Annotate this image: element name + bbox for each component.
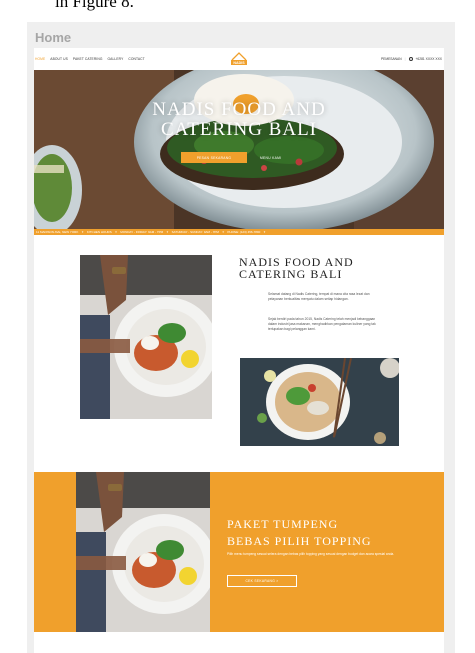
hero-title-line2: CATERING BALI xyxy=(160,119,318,140)
about-paragraph-2: Sejak berdiri pada tahun 2015, Nadis Cat… xyxy=(268,317,376,331)
promo-description: Pilih menu tumpeng sesuai selera dengan … xyxy=(227,552,395,556)
ticker-item: MONDAY - FRIDAY: 9AM - 7PM xyxy=(120,230,164,234)
menu-link[interactable]: MENU KAMI xyxy=(260,156,281,160)
ticker-item: 11 MADISON AVE, NEW YORK xyxy=(36,230,79,234)
promo-food-image xyxy=(76,472,210,632)
promo-section: PAKET TUMPENG BEBAS PILIH TOPPING Pilih … xyxy=(34,472,444,632)
nav-link-contact[interactable]: CONTACT xyxy=(128,57,144,61)
star-icon: ✦ xyxy=(166,230,169,234)
website-preview: HOME ABOUT US PAKET CATERING GALLERY CON… xyxy=(34,48,444,653)
info-ticker: 11 MADISON AVE, NEW YORK ✦ KITCHEN HOURS ✦… xyxy=(34,229,444,235)
svg-text:NADIS: NADIS xyxy=(233,61,245,65)
hero-food-image xyxy=(34,70,444,229)
nav-link-home[interactable]: HOME xyxy=(35,57,45,61)
ticker-item: SATURDAY - SUNDAY: 9AM - 7PM xyxy=(171,230,219,234)
star-icon: ✦ xyxy=(221,230,225,234)
star-icon: ✦ xyxy=(114,230,118,234)
promo-title: PAKET TUMPENG BEBAS PILIH TOPPING xyxy=(227,516,372,550)
star-icon: ✦ xyxy=(263,230,266,234)
figure-caption: in Figure 8. xyxy=(55,0,134,11)
hero-banner: NADIS FOOD AND CATERING BALI PESAN SEKAR… xyxy=(34,70,444,229)
ticker-item: PHONE: (123) 456-7890 xyxy=(227,230,261,234)
soup-image xyxy=(240,358,399,446)
nav-link-about[interactable]: ABOUT US xyxy=(50,57,68,61)
brand-logo[interactable]: NADIS xyxy=(228,51,250,67)
promo-title-line1: PAKET TUMPENG xyxy=(227,517,339,531)
about-paragraph-1: Selamat datang di Nadis Catering, tempat… xyxy=(268,292,370,301)
nav-link-gallery[interactable]: GALLERY xyxy=(108,57,124,61)
nav-divider: | xyxy=(404,57,406,61)
phone-icon xyxy=(408,57,413,61)
hero-title: NADIS FOOD AND CATERING BALI xyxy=(34,100,444,140)
promo-title-line2: BEBAS PILIH TOPPING xyxy=(227,534,372,548)
page-label: Home xyxy=(35,30,72,45)
nav-link-paket[interactable]: PAKET CATERING xyxy=(73,57,103,61)
about-title-line2: CATERING BALI xyxy=(239,267,343,281)
phone-number[interactable]: +6281 XXXX XXX xyxy=(416,57,443,61)
soup-illustration xyxy=(240,358,399,446)
nav-right: PEMESANAN | +6281 XXXX XXX xyxy=(381,57,442,61)
check-now-button[interactable]: CEK SEKARANG > xyxy=(227,575,297,587)
star-icon: ✦ xyxy=(81,230,84,234)
promo-food-illustration xyxy=(76,472,210,632)
order-now-button[interactable]: PESAN SEKARANG xyxy=(181,152,247,163)
hero-title-line1: NADIS FOOD AND xyxy=(152,99,326,120)
about-food-image xyxy=(80,255,212,419)
about-title: NADIS FOOD AND CATERING BALI xyxy=(239,256,354,280)
nav-links: HOME ABOUT US PAKET CATERING GALLERY CON… xyxy=(35,57,145,61)
ticker-item: KITCHEN HOURS xyxy=(86,230,112,234)
about-food-illustration xyxy=(80,255,212,419)
navbar: HOME ABOUT US PAKET CATERING GALLERY CON… xyxy=(34,48,444,70)
order-link[interactable]: PEMESANAN xyxy=(381,57,402,61)
